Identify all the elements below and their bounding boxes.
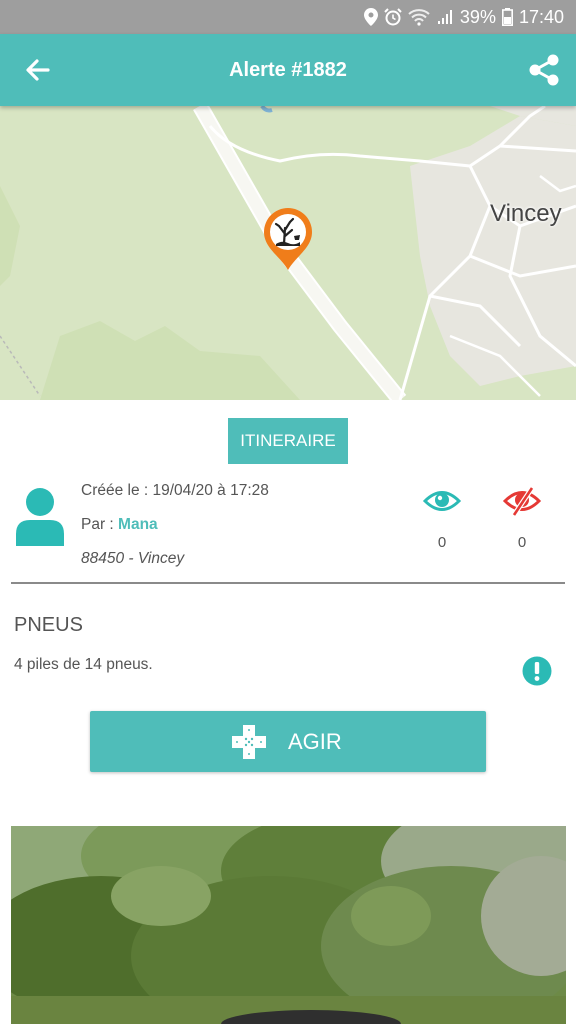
seen-eye-icon[interactable] (423, 486, 461, 516)
share-icon[interactable] (524, 50, 564, 90)
alert-location: 88450 - Vincey (81, 550, 185, 567)
wifi-icon (408, 9, 430, 26)
signal-icon (437, 10, 452, 24)
battery-icon (501, 8, 513, 26)
act-button[interactable]: AGIR (90, 711, 486, 772)
bandage-cross-icon (232, 725, 266, 759)
divider (11, 582, 565, 584)
user-avatar-icon (16, 488, 64, 546)
battery-percent: 39% (459, 6, 496, 27)
unseen-count: 0 (517, 534, 527, 551)
clock: 17:40 (518, 6, 564, 27)
unseen-eye-icon[interactable] (503, 486, 541, 516)
app-bar: Alerte #1882 (0, 34, 576, 106)
alert-photo[interactable] (11, 826, 566, 1024)
status-bar: 39% 17:40 (0, 0, 576, 34)
author-line: Par : Mana (81, 516, 158, 534)
alarm-icon (384, 8, 402, 26)
author-prefix: Par : (81, 516, 119, 533)
seen-count: 0 (437, 534, 447, 551)
page-title: Alerte #1882 (229, 59, 347, 81)
map-place-label: Vincey (490, 200, 562, 227)
author-name[interactable]: Mana (118, 516, 158, 533)
created-date: Créée le : 19/04/20 à 17:28 (81, 482, 269, 499)
alert-description: 4 piles de 14 pneus. (14, 656, 153, 673)
itinerary-button[interactable]: ITINERAIRE (228, 418, 348, 464)
alert-category: PNEUS (14, 614, 83, 636)
location-icon (363, 8, 378, 26)
pollution-marker-icon[interactable] (262, 208, 314, 272)
map-view[interactable]: Vincey (0, 106, 576, 400)
report-exclamation-icon[interactable] (522, 656, 552, 686)
act-button-label: AGIR (288, 729, 342, 754)
